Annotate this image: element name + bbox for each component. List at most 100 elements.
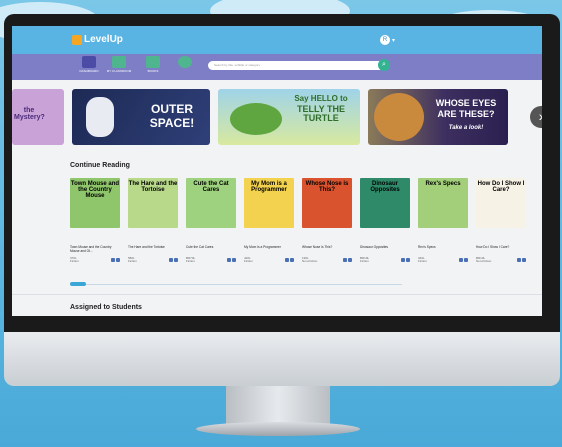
book-title[interactable]: The Hare and the Tortoise — [128, 245, 178, 253]
assign-icon[interactable] — [169, 258, 173, 263]
book-actions — [517, 258, 526, 263]
book-title[interactable]: Cute the Cat Cares — [186, 245, 236, 253]
book-genre: Non-Fiction — [302, 259, 318, 264]
book-card[interactable]: How Do I Show I Care? How Do I Show I Car… — [476, 178, 526, 264]
read-icon[interactable] — [348, 258, 352, 263]
chevron-right-icon[interactable]: › — [530, 106, 542, 128]
book-card[interactable]: Rex's Specs Rex's Specs 340L Fiction — [418, 178, 468, 264]
book-cover[interactable]: How Do I Show I Care? — [476, 178, 526, 228]
book-cover[interactable]: Rex's Specs — [418, 178, 468, 228]
book-card[interactable]: The Hare and the Tortoise The Hare and th… — [128, 178, 178, 264]
book-cover-text: How Do I Show I Care? — [477, 181, 525, 193]
book-actions — [111, 258, 120, 263]
read-icon[interactable] — [464, 258, 468, 263]
book-actions — [343, 258, 352, 263]
book-meta: 370L Fiction — [70, 256, 120, 264]
book-title[interactable]: Dinosaur Opposites — [360, 245, 410, 253]
nav-item-label: MY CLASSROOM — [106, 69, 132, 73]
book-card[interactable]: Town Mouse and the Country Mouse Town Mou… — [70, 178, 120, 264]
book-meta: 340L Fiction — [418, 256, 468, 264]
read-icon[interactable] — [174, 258, 178, 263]
read-icon[interactable] — [406, 258, 410, 263]
banner-title-line1: Say HELLO to — [294, 94, 348, 103]
read-icon[interactable] — [522, 258, 526, 263]
logo-icon — [72, 34, 82, 45]
book-cover-text: Cute the Cat Cares — [193, 181, 229, 193]
nav-item-books[interactable]: BOOKS — [140, 56, 166, 73]
book-title[interactable]: Town Mouse and the Country Mouse and Ot.… — [70, 245, 120, 253]
section-continue-reading: Continue Reading — [70, 162, 130, 169]
nav-item-label: DASHBOARD — [79, 69, 99, 73]
assign-icon[interactable] — [343, 258, 347, 263]
banner-subtitle: Take a look! — [448, 125, 484, 131]
divider — [12, 294, 542, 295]
book-genre: Fiction — [186, 259, 195, 264]
read-icon[interactable] — [116, 258, 120, 263]
book-actions — [169, 258, 178, 263]
book-cover[interactable]: My Mom is a Programmer — [244, 178, 294, 228]
book-card[interactable]: Dinosaur Opposites Dinosaur Opposites BR10… — [360, 178, 410, 264]
banner-whose-eyes[interactable]: WHOSE EYES ARE THESE? Take a look! — [368, 89, 508, 145]
top-header: LevelUp R ▾ — [12, 26, 542, 54]
book-cover[interactable]: The Hare and the Tortoise — [128, 178, 178, 228]
book-title[interactable]: Whose Nose Is This? — [302, 245, 352, 253]
banner-telly-turtle[interactable]: Say HELLO to TELLY THE TURTLE — [218, 89, 360, 145]
banner-mystery[interactable]: the Mystery? — [12, 89, 64, 145]
banner-title-line1: WHOSE EYES — [435, 98, 497, 108]
assign-icon[interactable] — [285, 258, 289, 263]
book-cover[interactable]: Cute the Cat Cares — [186, 178, 236, 228]
monitor-stand — [226, 386, 330, 424]
book-actions — [285, 258, 294, 263]
book-title[interactable]: How Do I Show I Care? — [476, 245, 526, 253]
book-meta: BR70L Fiction — [186, 256, 236, 264]
book-cover[interactable]: Town Mouse and the Country Mouse — [70, 178, 120, 228]
book-title[interactable]: Rex's Specs — [418, 245, 468, 253]
assign-icon[interactable] — [401, 258, 405, 263]
book-meta: BR10L Fiction — [360, 256, 410, 264]
books-icon — [146, 56, 160, 68]
book-card[interactable]: Whose Nose is This? Whose Nose Is This? 19… — [302, 178, 352, 264]
banner-title-line1: OUTER — [151, 102, 193, 116]
banner-title-line2: ARE THESE? — [437, 109, 495, 119]
nav-item-my-classroom[interactable]: MY CLASSROOM — [106, 56, 132, 73]
book-title[interactable]: My Mom Is a Programmer — [244, 245, 294, 253]
user-menu[interactable]: R ▾ — [380, 35, 395, 45]
book-meta: 420L Fiction — [244, 256, 294, 264]
nav-item-dashboard[interactable]: DASHBOARD — [76, 56, 102, 73]
book-meta: 580L Fiction — [128, 256, 178, 264]
nav-item-extra[interactable] — [172, 56, 198, 69]
book-genre: Non-Fiction — [476, 259, 492, 264]
logo-text: LevelUp — [84, 34, 123, 45]
read-icon[interactable] — [290, 258, 294, 263]
book-genre: Fiction — [244, 259, 253, 264]
book-actions — [227, 258, 236, 263]
book-cover[interactable]: Whose Nose is This? — [302, 178, 352, 228]
search-input[interactable]: Search by title, subtitle or category — [208, 61, 384, 70]
book-meta: 190L Non-Fiction — [302, 256, 352, 264]
book-card[interactable]: My Mom is a Programmer My Mom Is a Progra… — [244, 178, 294, 264]
book-actions — [401, 258, 410, 263]
section-assigned: Assigned to Students — [70, 304, 142, 311]
banner-outer-space[interactable]: OUTER SPACE! — [72, 89, 210, 145]
levelup-logo[interactable]: LevelUp — [72, 34, 123, 45]
read-icon[interactable] — [232, 258, 236, 263]
search-icon[interactable]: ⌕ — [378, 59, 390, 71]
banner-title-line2: TELLY THE TURTLE — [296, 104, 345, 123]
assign-icon[interactable] — [517, 258, 521, 263]
carousel-scroll-thumb[interactable] — [70, 282, 86, 286]
globe-icon — [178, 56, 192, 68]
chevron-down-icon[interactable]: ▾ — [392, 37, 395, 44]
monitor-base — [196, 422, 360, 436]
carousel-scrollbar[interactable] — [70, 284, 402, 285]
assign-icon[interactable] — [459, 258, 463, 263]
assign-icon[interactable] — [111, 258, 115, 263]
assign-icon[interactable] — [227, 258, 231, 263]
tiger-illustration — [374, 93, 424, 141]
avatar[interactable]: R — [380, 35, 390, 45]
book-genre: Fiction — [418, 259, 427, 264]
book-card[interactable]: Cute the Cat Cares Cute the Cat Cares BR70… — [186, 178, 236, 264]
book-cover-text: Town Mouse and the Country Mouse — [70, 181, 120, 199]
book-cover-text: Dinosaur Opposites — [370, 181, 400, 193]
astronaut-illustration — [86, 97, 114, 137]
book-cover[interactable]: Dinosaur Opposites — [360, 178, 410, 228]
